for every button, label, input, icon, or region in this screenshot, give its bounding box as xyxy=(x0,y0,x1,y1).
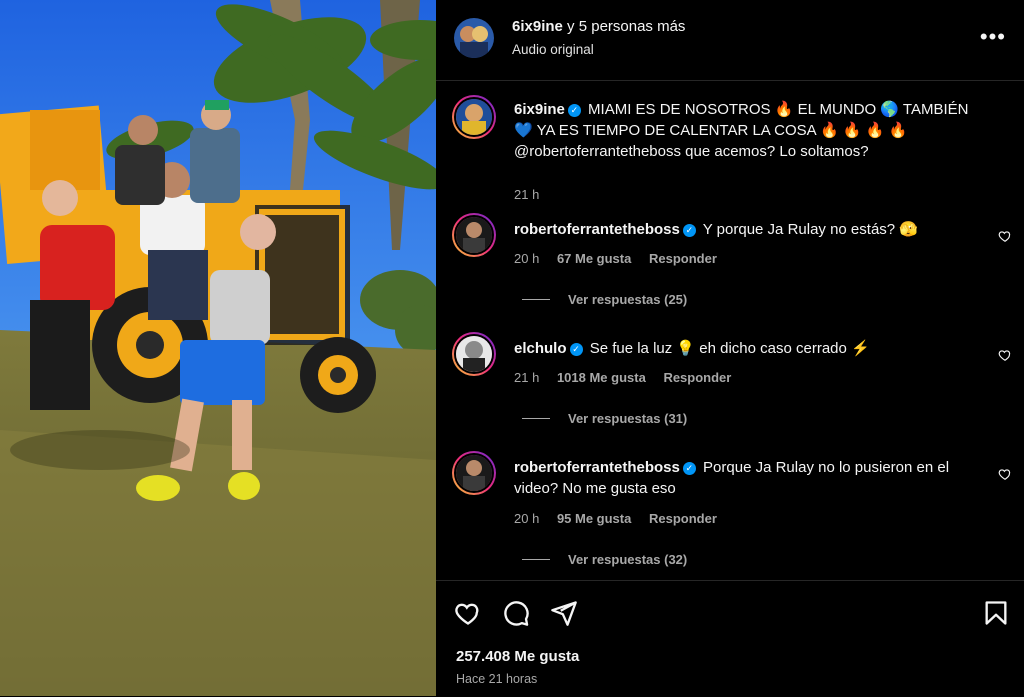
replies-divider xyxy=(522,299,550,300)
caption-username[interactable]: 6ix9ine xyxy=(514,101,565,118)
replies-divider xyxy=(522,559,550,560)
comment-time[interactable]: 20 h xyxy=(514,251,539,266)
comment-username[interactable]: robertoferrantetheboss xyxy=(514,459,680,476)
view-replies-label[interactable]: Ver respuestas (32) xyxy=(568,552,687,567)
caption-text: 6ix9ine ✓ MIAMI ES DE NOSOTROS 🔥 EL MUNDO… xyxy=(514,99,980,162)
commenter-avatar-image xyxy=(456,217,492,253)
post-author-line: 6ix9ine y 5 personas más xyxy=(512,18,685,35)
comment-likes[interactable]: 67 Me gusta xyxy=(557,251,631,266)
comments-list[interactable]: 6ix9ine ✓ MIAMI ES DE NOSOTROS 🔥 EL MUNDO… xyxy=(436,81,1024,580)
comment-text: elchulo ✓ Se fue la luz 💡 eh dicho caso c… xyxy=(514,338,980,359)
comment-body: Se fue la luz 💡 eh dicho caso cerrado ⚡ xyxy=(589,340,870,357)
commenter-avatar-image xyxy=(456,455,492,491)
comment-username[interactable]: elchulo xyxy=(514,340,567,357)
like-comment-icon[interactable] xyxy=(998,229,1012,243)
comment-time[interactable]: 21 h xyxy=(514,370,539,385)
verified-icon: ✓ xyxy=(569,343,583,356)
caption-time[interactable]: 21 h xyxy=(514,187,539,202)
comment-body: Y porque Ja Rulay no estás? 🫣 xyxy=(702,221,918,238)
reply-button[interactable]: Responder xyxy=(663,370,731,385)
post-panel: 6ix9ine y 5 personas más Audio original … xyxy=(436,0,1024,696)
video-frame-image xyxy=(0,0,436,696)
post-timestamp[interactable]: Hace 21 horas xyxy=(456,672,537,686)
comment-avatar[interactable] xyxy=(452,213,496,257)
post-header: 6ix9ine y 5 personas más Audio original … xyxy=(436,0,1024,81)
bookmark-icon[interactable] xyxy=(982,599,1010,627)
audio-label[interactable]: Audio original xyxy=(512,42,594,57)
view-replies-label[interactable]: Ver respuestas (31) xyxy=(568,411,687,426)
post-likes-count[interactable]: 257.408 Me gusta xyxy=(456,648,579,665)
comment-icon[interactable] xyxy=(502,599,530,627)
reply-button[interactable]: Responder xyxy=(649,511,717,526)
comment-likes[interactable]: 95 Me gusta xyxy=(557,511,631,526)
view-replies-button[interactable]: Ver respuestas (25) xyxy=(522,292,687,307)
post-actions: 257.408 Me gusta Hace 21 horas xyxy=(436,580,1024,697)
verified-icon: ✓ xyxy=(682,224,696,237)
share-icon[interactable] xyxy=(550,599,578,627)
verified-icon: ✓ xyxy=(567,104,581,117)
replies-divider xyxy=(522,418,550,419)
post-media[interactable] xyxy=(0,0,436,696)
comment-avatar[interactable] xyxy=(452,332,496,376)
caption-avatar-image xyxy=(456,99,492,135)
like-comment-icon[interactable] xyxy=(998,467,1012,481)
heart-icon[interactable] xyxy=(454,599,482,627)
view-replies-label[interactable]: Ver respuestas (25) xyxy=(568,292,687,307)
more-options-button[interactable]: ••• xyxy=(980,24,1006,50)
comment-text: robertoferrantetheboss ✓ Y porque Ja Rula… xyxy=(514,219,980,240)
caption-line-3[interactable]: @robertoferrantetheboss que acemos? Lo s… xyxy=(514,143,869,160)
collaborators-text[interactable]: y 5 personas más xyxy=(567,18,685,35)
comment-likes[interactable]: 1018 Me gusta xyxy=(557,370,646,385)
caption-avatar[interactable] xyxy=(452,95,496,139)
author-avatar[interactable] xyxy=(454,18,494,58)
comment-meta: 20 h 95 Me gusta Responder xyxy=(514,511,731,526)
comment-avatar[interactable] xyxy=(452,451,496,495)
view-replies-button[interactable]: Ver respuestas (31) xyxy=(522,411,687,426)
author-username[interactable]: 6ix9ine xyxy=(512,18,563,35)
collab-avatar-image xyxy=(454,18,494,58)
caption-line-2: 💙 YA ES TIEMPO DE CALENTAR LA COSA 🔥 🔥 🔥… xyxy=(514,122,908,139)
comment-text: robertoferrantetheboss ✓ Porque Ja Rulay … xyxy=(514,457,980,499)
caption-line-1: MIAMI ES DE NOSOTROS 🔥 EL MUNDO 🌎 TAMBIÉ… xyxy=(588,101,969,118)
like-comment-icon[interactable] xyxy=(998,348,1012,362)
comment-time[interactable]: 20 h xyxy=(514,511,539,526)
verified-icon: ✓ xyxy=(682,462,696,475)
comment-username[interactable]: robertoferrantetheboss xyxy=(514,221,680,238)
reply-button[interactable]: Responder xyxy=(649,251,717,266)
view-replies-button[interactable]: Ver respuestas (32) xyxy=(522,552,687,567)
commenter-avatar-image xyxy=(456,336,492,372)
comment-meta: 20 h 67 Me gusta Responder xyxy=(514,251,731,266)
comment-meta: 21 h 1018 Me gusta Responder xyxy=(514,370,745,385)
